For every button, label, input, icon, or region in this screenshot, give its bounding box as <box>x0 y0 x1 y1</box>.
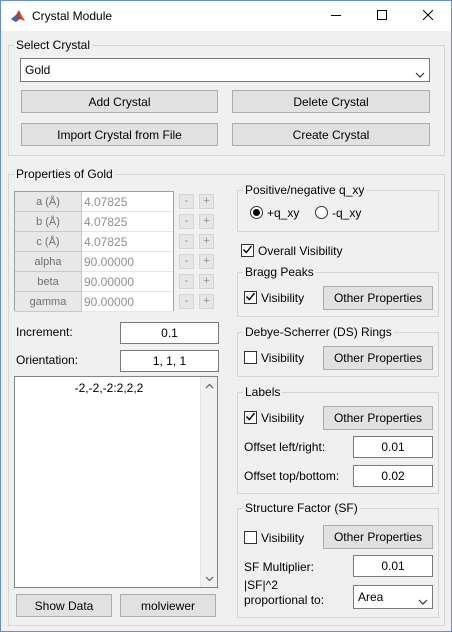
offset-top-bottom-field[interactable]: 0.02 <box>353 465 433 487</box>
maximize-icon <box>377 9 387 23</box>
select-crystal-legend: Select Crystal <box>14 37 93 53</box>
decrement-gamma-button[interactable]: - <box>179 294 194 309</box>
table-row: c (Å) 4.07825 <box>15 232 173 252</box>
bragg-peaks-legend: Bragg Peaks <box>243 264 316 280</box>
sf-multiplier-field[interactable]: 0.01 <box>353 555 433 577</box>
radio-positive-qxy[interactable] <box>250 206 263 219</box>
hkl-range-textarea[interactable]: -2,-2,-2:2,2,2 <box>14 376 218 588</box>
ds-visibility-checkbox[interactable] <box>244 351 257 364</box>
overall-visibility-label: Overall Visibility <box>258 244 343 258</box>
chevron-down-icon <box>415 67 425 78</box>
decrement-a-button[interactable]: - <box>179 194 194 209</box>
increment-c-button[interactable]: + <box>199 234 214 249</box>
bragg-other-properties-button[interactable]: Other Properties <box>323 286 433 310</box>
hkl-range-text: -2,-2,-2:2,2,2 <box>74 381 144 395</box>
radio-negative-label: -q_xy <box>332 206 362 220</box>
offset-left-right-label: Offset left/right: <box>244 440 326 454</box>
close-icon <box>422 9 434 23</box>
add-crystal-button[interactable]: Add Crystal <box>21 90 218 113</box>
show-data-button[interactable]: Show Data <box>16 594 112 617</box>
orientation-field[interactable]: 1, 1, 1 <box>120 350 219 372</box>
molviewer-button[interactable]: molviewer <box>120 594 216 617</box>
matlab-icon <box>10 9 26 23</box>
checkmark-icon <box>245 291 256 305</box>
ds-rings-legend: Debye-Scherrer (DS) Rings <box>243 324 394 340</box>
param-value[interactable]: 4.07825 <box>82 192 173 212</box>
sf-visibility-label: Visibility <box>261 531 305 545</box>
table-row: alpha 90.00000 <box>15 252 173 272</box>
crystal-module-window: Crystal Module Select Crystal Gold Add C… <box>0 0 452 632</box>
maximize-button[interactable] <box>359 1 405 31</box>
close-button[interactable] <box>405 1 451 31</box>
sf-other-properties-button[interactable]: Other Properties <box>323 525 433 549</box>
param-value[interactable]: 90.00000 <box>82 292 173 312</box>
qxy-legend: Positive/negative q_xy <box>243 182 367 198</box>
increment-field[interactable]: 0.1 <box>120 322 219 344</box>
param-value[interactable]: 90.00000 <box>82 252 173 272</box>
param-name: gamma <box>15 292 82 312</box>
decrement-beta-button[interactable]: - <box>179 274 194 289</box>
param-name: b (Å) <box>15 212 82 232</box>
window-title: Crystal Module <box>32 9 113 23</box>
increment-label: Increment: <box>16 325 73 339</box>
sf-visibility-checkbox[interactable] <box>244 531 257 544</box>
checkmark-icon <box>245 411 256 425</box>
offset-left-right-field[interactable]: 0.01 <box>353 436 433 458</box>
table-row: b (Å) 4.07825 <box>15 212 173 232</box>
orientation-label: Orientation: <box>16 353 79 367</box>
labels-visibility-label: Visibility <box>261 411 305 425</box>
param-value[interactable]: 4.07825 <box>82 212 173 232</box>
overall-visibility-checkbox[interactable] <box>241 244 254 257</box>
sf-proportional-value: Area <box>358 590 384 604</box>
ds-visibility-label: Visibility <box>261 351 305 365</box>
table-row: gamma 90.00000 <box>15 292 173 312</box>
bragg-visibility-label: Visibility <box>261 291 305 305</box>
decrement-c-button[interactable]: - <box>179 234 194 249</box>
increment-b-button[interactable]: + <box>199 214 214 229</box>
scroll-down-icon[interactable] <box>201 570 217 587</box>
param-name: beta <box>15 272 82 292</box>
import-crystal-button[interactable]: Import Crystal from File <box>21 123 218 146</box>
crystal-select-value: Gold <box>25 63 51 77</box>
minimize-button[interactable] <box>313 1 359 31</box>
offset-top-bottom-label: Offset top/bottom: <box>244 469 340 483</box>
table-row: a (Å) 4.07825 <box>15 192 173 212</box>
create-crystal-button[interactable]: Create Crystal <box>232 123 430 146</box>
lattice-parameter-table: a (Å) 4.07825 b (Å) 4.07825 c (Å) 4.0782… <box>14 191 174 312</box>
increment-a-button[interactable]: + <box>199 194 214 209</box>
sf-proportional-label-line1: |SF|^2 <box>244 578 278 592</box>
labels-legend: Labels <box>243 384 283 400</box>
structure-factor-legend: Structure Factor (SF) <box>243 500 360 516</box>
minimize-icon <box>331 9 341 23</box>
vertical-scrollbar[interactable] <box>200 377 217 587</box>
increment-alpha-button[interactable]: + <box>199 254 214 269</box>
param-name: c (Å) <box>15 232 82 252</box>
table-row: beta 90.00000 <box>15 272 173 292</box>
param-name: a (Å) <box>15 192 82 212</box>
decrement-b-button[interactable]: - <box>179 214 194 229</box>
radio-positive-label: +q_xy <box>267 206 300 220</box>
labels-other-properties-button[interactable]: Other Properties <box>323 406 433 430</box>
select-crystal-panel: Select Crystal Gold Add Crystal Delete C… <box>8 37 445 156</box>
sf-proportional-select[interactable]: Area <box>353 585 433 609</box>
increment-beta-button[interactable]: + <box>199 274 214 289</box>
radio-negative-qxy[interactable] <box>315 206 328 219</box>
title-bar: Crystal Module <box>1 1 451 31</box>
delete-crystal-button[interactable]: Delete Crystal <box>232 90 430 113</box>
param-name: alpha <box>15 252 82 272</box>
bragg-visibility-checkbox[interactable] <box>244 291 257 304</box>
param-value[interactable]: 4.07825 <box>82 232 173 252</box>
labels-visibility-checkbox[interactable] <box>244 411 257 424</box>
sf-proportional-label-line2: proportional to: <box>244 593 325 607</box>
crystal-select[interactable]: Gold <box>20 58 430 82</box>
properties-legend: Properties of Gold <box>14 166 115 182</box>
increment-gamma-button[interactable]: + <box>199 294 214 309</box>
checkmark-icon <box>242 244 253 258</box>
ds-other-properties-button[interactable]: Other Properties <box>323 346 433 370</box>
scroll-up-icon[interactable] <box>201 377 217 394</box>
param-value[interactable]: 90.00000 <box>82 272 173 292</box>
chevron-down-icon <box>418 594 428 605</box>
sf-multiplier-label: SF Multiplier: <box>244 560 315 574</box>
decrement-alpha-button[interactable]: - <box>179 254 194 269</box>
